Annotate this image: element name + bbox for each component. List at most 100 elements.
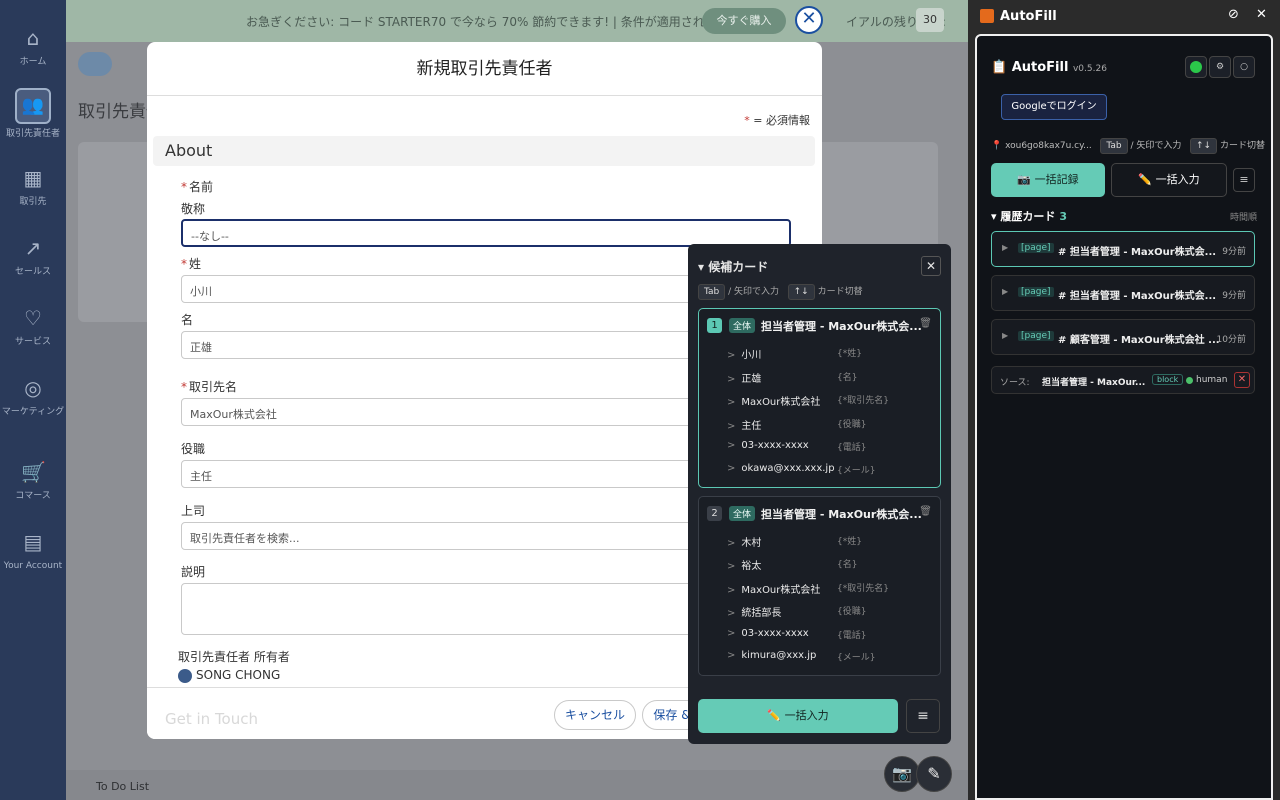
- history-count: 3: [1059, 210, 1068, 223]
- section-header[interactable]: About: [153, 136, 815, 166]
- nav-home[interactable]: ⌂ ホーム: [0, 26, 66, 68]
- account-name-label: * 取引先名: [181, 378, 237, 395]
- field-value: kimura@xxx.jp: [741, 650, 817, 661]
- trial-days-count: 30: [916, 8, 944, 32]
- menu-icon[interactable]: ≡: [906, 699, 940, 733]
- close-modal-button[interactable]: ✕: [795, 6, 823, 34]
- kbd-arrows: ↑↓: [787, 284, 815, 300]
- field-row[interactable]: > 小川 {*姓}: [727, 346, 862, 361]
- manager-label: 上司: [181, 504, 206, 518]
- heart-icon: ♡: [24, 306, 42, 330]
- last-name-label: * 姓: [181, 255, 201, 272]
- status-dot-icon: [1190, 61, 1202, 73]
- close-icon[interactable]: ✕: [921, 256, 941, 276]
- gear-icon: ⚙: [1215, 62, 1225, 72]
- nav-contacts[interactable]: 👥 取引先責任者: [0, 88, 66, 140]
- kbd-tab: Tab: [698, 284, 726, 300]
- human-label: human: [1196, 375, 1228, 385]
- field-row[interactable]: > 統括部長 {役職}: [727, 604, 866, 619]
- field-row[interactable]: > 裕太 {名}: [727, 557, 857, 572]
- history-time: 10分前: [1216, 335, 1246, 345]
- nav-your-account[interactable]: ▤ Your Account: [0, 530, 66, 572]
- nav-marketing[interactable]: ◎ マーケティング: [0, 376, 66, 418]
- google-login-button[interactable]: Googleでログイン: [1001, 94, 1107, 120]
- required-star: *: [181, 180, 187, 194]
- card-title: 担当者管理 - MaxOur株式会...: [761, 320, 922, 333]
- menu-icon[interactable]: ≡: [1233, 168, 1255, 192]
- last-name-label-text: 姓: [189, 257, 202, 271]
- expand-icon[interactable]: ▶: [1002, 331, 1008, 340]
- keyboard-hint: Tab / 矢印で入力 ↑↓ カード切替: [698, 284, 863, 300]
- field-row[interactable]: > 正雄 {名}: [727, 370, 857, 385]
- nav-label: 取引先責任者: [5, 129, 60, 139]
- version: v0.5.26: [1072, 64, 1107, 74]
- owner-value[interactable]: SONG CHONG: [178, 668, 280, 683]
- trash-icon[interactable]: 🗑: [919, 318, 932, 329]
- expand-icon[interactable]: ▶: [1002, 287, 1008, 296]
- field-key: {メール}: [837, 466, 876, 476]
- home-icon: ⌂: [26, 26, 40, 50]
- required-note-text: = 必須情報: [753, 114, 810, 127]
- nav-label: マーケティング: [1, 407, 65, 417]
- candidate-card[interactable]: 2 全体 担当者管理 - MaxOur株式会... 🗑 > 木村 {*姓} > 裕太{…: [698, 496, 941, 676]
- expand-icon[interactable]: ▶: [1002, 243, 1008, 252]
- circle-icon: ○: [1240, 62, 1248, 72]
- bulk-fill-button[interactable]: ✏️ 一括入力: [698, 699, 898, 733]
- camera-icon: 📷: [892, 764, 912, 783]
- field-value: MaxOur株式会社: [741, 397, 821, 408]
- hint-arrows-text: カード切替: [817, 287, 863, 297]
- history-label: ▾ 履歴カード: [991, 210, 1056, 223]
- kbd-tab: Tab: [1100, 138, 1128, 154]
- history-card[interactable]: ▶ [page] # 顧客管理 - MaxOur株式会社 ... 10分前: [991, 319, 1255, 355]
- card-title: 担当者管理 - MaxOur株式会...: [761, 508, 922, 521]
- todo-list-bar[interactable]: To Do List: [66, 770, 968, 800]
- close-icon[interactable]: ✕: [1256, 7, 1267, 22]
- field-row[interactable]: > 木村 {*姓}: [727, 534, 862, 549]
- camera-button[interactable]: 📷: [884, 756, 920, 792]
- history-header[interactable]: ▾ 履歴カード 3: [991, 208, 1067, 224]
- field-row[interactable]: >03-xxxx-xxxx {電話}: [727, 440, 866, 453]
- scope-tag: 全体: [729, 318, 756, 333]
- pin-icon[interactable]: ⊘: [1228, 7, 1239, 22]
- bulk-fill-button[interactable]: ✏️ 一括入力: [1111, 163, 1227, 197]
- cancel-button[interactable]: キャンセル: [554, 700, 636, 730]
- trash-icon[interactable]: 🗑: [919, 506, 932, 517]
- owner-name: SONG CHONG: [196, 668, 281, 682]
- field-row[interactable]: > MaxOur株式会社 {*取引先名}: [727, 581, 889, 596]
- history-card[interactable]: ▶ [page] # 担当者管理 - MaxOur株式会... 9分前: [991, 231, 1255, 267]
- hint-tab-text: / 矢印で入力: [728, 287, 780, 297]
- nav-sales[interactable]: ↗ セールス: [0, 236, 66, 278]
- field-row[interactable]: > okawa@xxx.xxx.jp {メール}: [727, 463, 875, 476]
- candidate-card[interactable]: 1 全体 担当者管理 - MaxOur株式会... 🗑 > 小川 {*姓} > 正雄{…: [698, 308, 941, 488]
- nav-service[interactable]: ♡ サービス: [0, 306, 66, 348]
- sort-order[interactable]: 時間順: [1230, 210, 1257, 223]
- edit-button[interactable]: ✎: [916, 756, 952, 792]
- remove-source-button[interactable]: ✕: [1234, 372, 1250, 388]
- required-note: * = 必須情報: [744, 112, 810, 128]
- block-badge: block: [1152, 374, 1184, 385]
- status-toggle[interactable]: [1185, 56, 1207, 78]
- candidate-panel: ▾ 候補カード ✕ Tab / 矢印で入力 ↑↓ カード切替 1 全体 担当者管…: [688, 244, 951, 744]
- source-bar: ソース: 担当者管理 - MaxOur... block human ✕: [991, 366, 1255, 394]
- field-row[interactable]: > 主任 {役職}: [727, 417, 866, 432]
- field-row[interactable]: >03-xxxx-xxxx {電話}: [727, 628, 866, 641]
- salutation-select[interactable]: --なし--: [181, 219, 791, 247]
- required-star: *: [181, 257, 187, 271]
- history-card[interactable]: ▶ [page] # 担当者管理 - MaxOur株式会... 9分前: [991, 275, 1255, 311]
- scope-tag: 全体: [729, 506, 756, 521]
- field-value: 木村: [741, 538, 762, 549]
- field-value: 03-xxxx-xxxx: [741, 440, 809, 451]
- source-label: ソース:: [1000, 378, 1030, 388]
- power-button[interactable]: ○: [1233, 56, 1255, 78]
- buy-now-button[interactable]: 今すぐ購入: [702, 8, 786, 34]
- field-value: MaxOur株式会社: [741, 585, 821, 596]
- field-row[interactable]: > MaxOur株式会社 {*取引先名}: [727, 393, 889, 408]
- bulk-record-button[interactable]: 📷 一括記録: [991, 163, 1105, 197]
- avatar: [178, 668, 192, 683]
- settings-button[interactable]: ⚙: [1209, 56, 1231, 78]
- nav-accounts[interactable]: ▦ 取引先: [0, 166, 66, 208]
- status-dot-icon: [1186, 377, 1193, 384]
- nav-commerce[interactable]: 🛒 コマース: [0, 460, 66, 502]
- nav-label: サービス: [14, 337, 51, 347]
- field-row[interactable]: > kimura@xxx.jp {メール}: [727, 650, 875, 663]
